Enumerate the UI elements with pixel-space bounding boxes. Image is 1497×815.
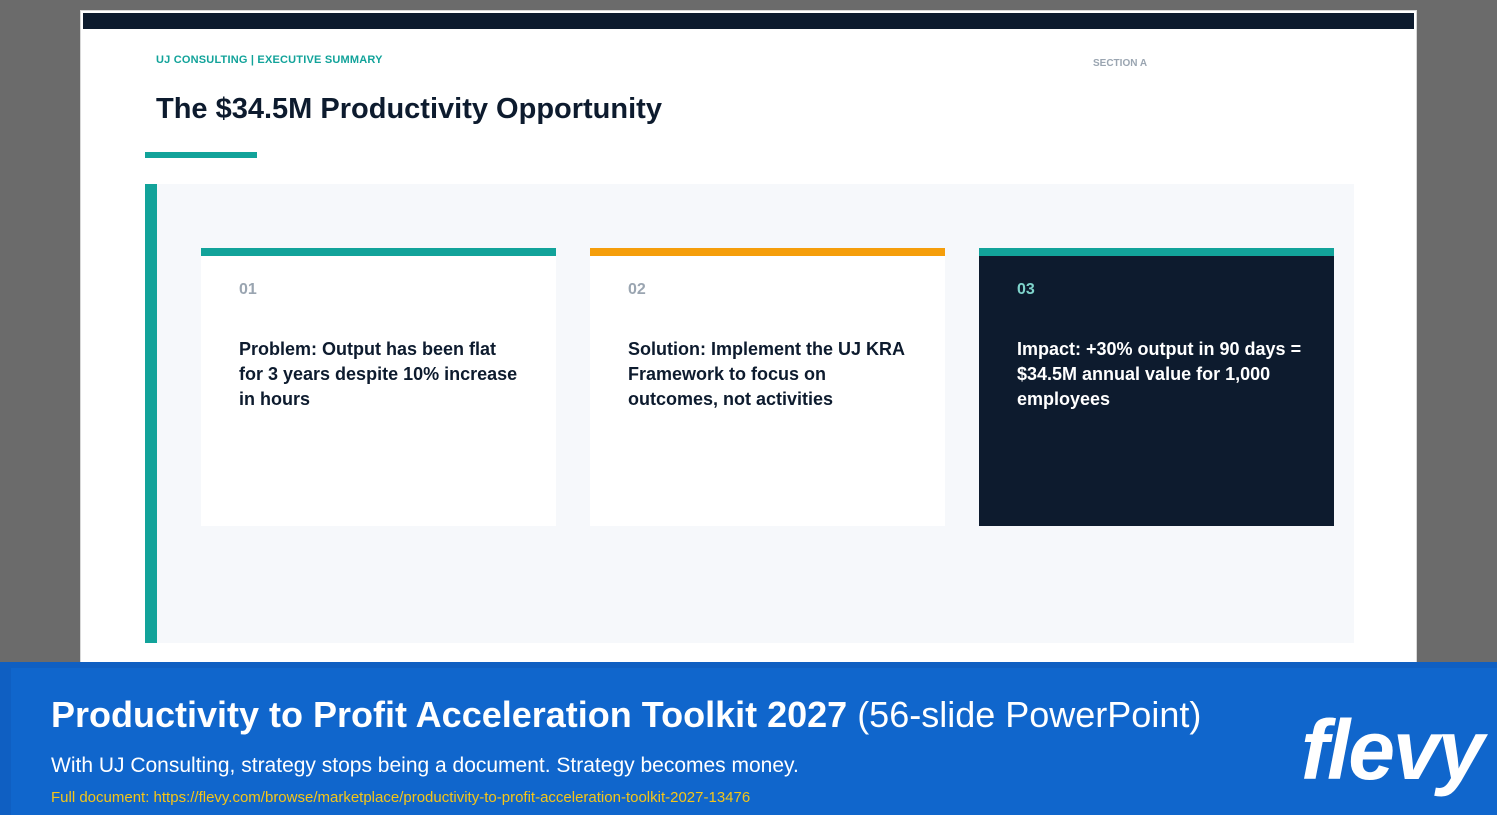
- section-label: SECTION A: [1093, 58, 1148, 69]
- card-number: 03: [1017, 281, 1035, 298]
- banner-title-main: Productivity to Profit Acceleration Tool…: [51, 694, 848, 735]
- card-number: 02: [628, 281, 646, 298]
- content-panel: 01 Problem: Output has been flat for 3 y…: [145, 184, 1354, 643]
- banner-link-row: Full document: https://flevy.com/browse/…: [51, 789, 750, 806]
- slide-top-bar: [83, 13, 1414, 29]
- card-text: Problem: Output has been flat for 3 year…: [239, 339, 518, 409]
- promo-banner: Productivity to Profit Acceleration Tool…: [0, 662, 1497, 815]
- slide-eyebrow: UJ CONSULTING | EXECUTIVE SUMMARY: [156, 54, 383, 66]
- logo-text: flevy: [1301, 703, 1484, 797]
- card-accent-bar: [979, 248, 1334, 256]
- panel-accent-bar: [145, 184, 157, 643]
- card-number: 01: [239, 281, 257, 298]
- card-problem: 01 Problem: Output has been flat for 3 y…: [201, 248, 556, 526]
- card-accent-bar: [590, 248, 945, 256]
- slide: UJ CONSULTING | EXECUTIVE SUMMARY SECTIO…: [80, 10, 1417, 670]
- slide-title: The $34.5M Productivity Opportunity: [156, 93, 662, 125]
- title-underline: [145, 152, 257, 158]
- banner-body: Productivity to Profit Acceleration Tool…: [11, 668, 1497, 815]
- card-impact: 03 Impact: +30% output in 90 days = $34.…: [979, 248, 1334, 526]
- banner-subtitle: With UJ Consulting, strategy stops being…: [51, 754, 799, 777]
- flevy-logo[interactable]: flevy: [1301, 708, 1484, 792]
- card-text: Solution: Implement the UJ KRA Framework…: [628, 339, 905, 409]
- banner-title: Productivity to Profit Acceleration Tool…: [51, 694, 1201, 736]
- banner-title-suffix: (56-slide PowerPoint): [857, 694, 1202, 735]
- banner-link-label: Full document:: [51, 789, 154, 806]
- card-solution: 02 Solution: Implement the UJ KRA Framew…: [590, 248, 945, 526]
- document-link[interactable]: https://flevy.com/browse/marketplace/pro…: [154, 789, 751, 806]
- card-text: Impact: +30% output in 90 days = $34.5M …: [1017, 339, 1302, 409]
- card-accent-bar: [201, 248, 556, 256]
